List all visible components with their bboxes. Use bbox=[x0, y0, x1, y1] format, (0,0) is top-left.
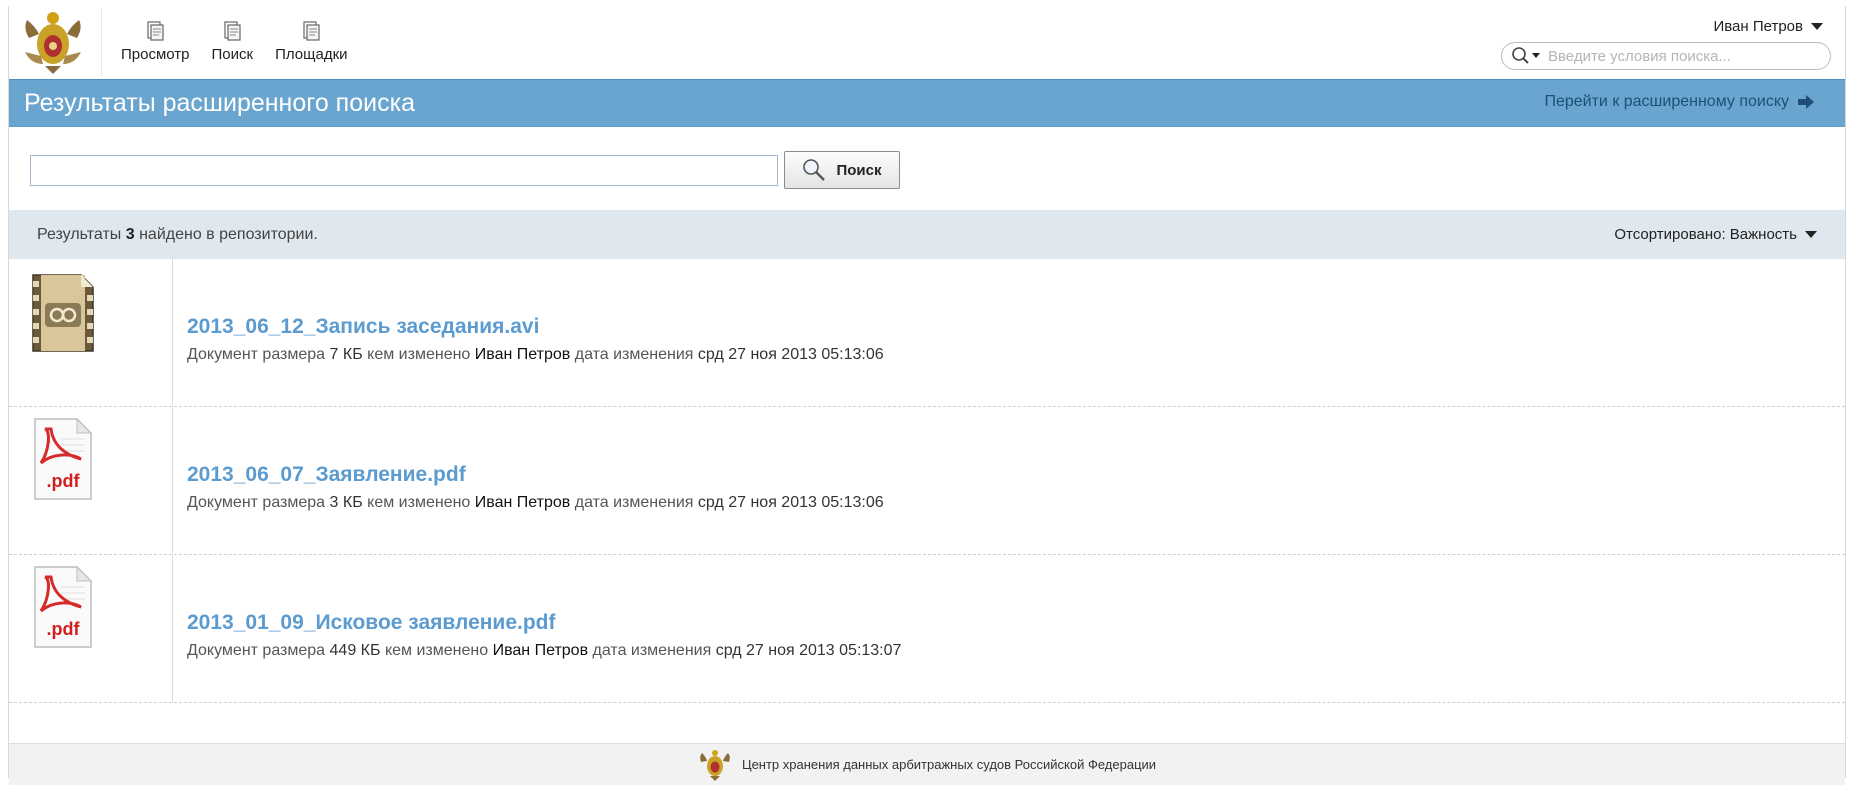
result-file-link[interactable]: 2013_06_07_Заявление.pdf bbox=[187, 463, 466, 487]
search-input[interactable] bbox=[30, 154, 778, 186]
meta-date-value: срд 27 ноя 2013 05:13:06 bbox=[697, 494, 884, 511]
results-count-prefix: Результаты bbox=[37, 226, 122, 243]
thumbnail-cell: .pdf bbox=[9, 555, 173, 702]
sort-dropdown[interactable]: Отсортировано: Важность bbox=[1614, 226, 1817, 243]
quick-search bbox=[1501, 42, 1831, 70]
results-list: 2013_06_12_Запись заседания.avi Документ… bbox=[9, 259, 1845, 703]
result-meta: Документ размера 3 КБ кем изменено Иван … bbox=[187, 494, 884, 512]
search-button-label: Поиск bbox=[836, 161, 882, 179]
meta-user-link[interactable]: Иван Петров bbox=[475, 346, 571, 363]
quick-search-input[interactable] bbox=[1546, 46, 1810, 66]
results-count: Результаты 3 найдено в репозитории. bbox=[37, 226, 318, 244]
app-window: Просмотр Поиск Площадки Иван Петров Введ… bbox=[8, 6, 1846, 785]
meta-size-value: 7 КБ bbox=[329, 346, 363, 363]
meta-modified-by-label: кем изменено bbox=[367, 494, 471, 511]
nav-label: Поиск bbox=[211, 46, 254, 63]
user-name: Иван Петров bbox=[1713, 18, 1803, 35]
sort-label: Отсортировано: Важность bbox=[1614, 226, 1797, 243]
meta-date-value: срд 27 ноя 2013 05:13:07 bbox=[715, 642, 902, 659]
meta-size-label: Документ размера bbox=[187, 642, 326, 659]
meta-modified-by-label: кем изменено bbox=[384, 642, 489, 659]
meta-date-label: дата изменения bbox=[574, 494, 694, 511]
meta-user-link[interactable]: Иван Петров bbox=[475, 494, 571, 511]
list-item: .pdf 2013_01_09_Исковое заявление.pdf До… bbox=[9, 555, 1845, 703]
meta-size-value: 3 КБ bbox=[329, 494, 363, 511]
main-nav: Просмотр Поиск Площадки bbox=[121, 20, 348, 63]
page-title-bar: Результаты расширенного поиска Перейти к… bbox=[9, 79, 1845, 127]
nav-item-browse[interactable]: Просмотр bbox=[121, 20, 190, 63]
result-file-link[interactable]: 2013_06_12_Запись заседания.avi bbox=[187, 315, 539, 339]
result-meta: Документ размера 449 КБ кем изменено Ива… bbox=[187, 642, 901, 660]
search-dropdown-icon[interactable] bbox=[1510, 46, 1546, 66]
page-footer: Центр хранения данных арбитражных судов … bbox=[9, 743, 1845, 785]
search-nav-icon bbox=[224, 21, 241, 41]
meta-date-label: дата изменения bbox=[574, 346, 694, 363]
meta-user-link[interactable]: Иван Петров bbox=[493, 642, 589, 659]
result-meta: Документ размера 7 КБ кем изменено Иван … bbox=[187, 346, 884, 364]
list-item: 2013_06_12_Запись заседания.avi Документ… bbox=[9, 259, 1845, 407]
sites-icon bbox=[303, 21, 320, 41]
thumbnail-cell bbox=[9, 259, 173, 406]
chevron-down-icon bbox=[1805, 231, 1817, 238]
page-title: Результаты расширенного поиска bbox=[24, 89, 415, 117]
advanced-search-link[interactable]: Перейти к расширенному поиску bbox=[1544, 93, 1815, 111]
video-file-icon[interactable] bbox=[31, 269, 95, 355]
pdf-badge-text: .pdf bbox=[47, 471, 81, 491]
result-file-link[interactable]: 2013_01_09_Исковое заявление.pdf bbox=[187, 611, 556, 635]
nav-item-search[interactable]: Поиск bbox=[211, 20, 254, 63]
pdf-file-icon[interactable]: .pdf bbox=[31, 565, 95, 651]
nav-item-sites[interactable]: Площадки bbox=[275, 20, 348, 63]
meta-date-value: срд 27 ноя 2013 05:13:06 bbox=[697, 346, 884, 363]
thumbnail-cell: .pdf bbox=[9, 407, 173, 554]
meta-size-label: Документ размера bbox=[187, 494, 326, 511]
browse-icon bbox=[147, 21, 164, 41]
search-button[interactable]: Поиск bbox=[784, 151, 900, 189]
arrow-right-icon bbox=[1798, 95, 1814, 109]
meta-size-value: 449 КБ bbox=[329, 642, 381, 659]
top-header: Просмотр Поиск Площадки Иван Петров Введ… bbox=[9, 6, 1845, 79]
pdf-badge-text: .pdf bbox=[47, 619, 81, 639]
meta-date-label: дата изменения bbox=[592, 642, 712, 659]
results-count-number: 3 bbox=[125, 226, 135, 243]
nav-label: Просмотр bbox=[121, 46, 190, 63]
search-form: Поиск bbox=[30, 151, 900, 189]
chevron-down-icon bbox=[1811, 23, 1823, 30]
pdf-file-icon[interactable]: .pdf bbox=[31, 417, 95, 503]
magnifier-icon bbox=[803, 159, 826, 181]
court-emblem-small-icon bbox=[700, 749, 730, 781]
results-summary-bar: Результаты 3 найдено в репозитории. Отсо… bbox=[9, 210, 1845, 259]
court-emblem-logo[interactable] bbox=[21, 8, 85, 76]
list-item: .pdf 2013_06_07_Заявление.pdf Документ р… bbox=[9, 407, 1845, 555]
meta-modified-by-label: кем изменено bbox=[367, 346, 471, 363]
footer-text: Центр хранения данных арбитражных судов … bbox=[741, 757, 1157, 772]
user-menu[interactable]: Иван Петров bbox=[1713, 18, 1823, 35]
advanced-search-link-label: Перейти к расширенному поиску bbox=[1544, 93, 1789, 110]
nav-label: Площадки bbox=[275, 46, 348, 63]
meta-size-label: Документ размера bbox=[187, 346, 326, 363]
logo-divider bbox=[101, 8, 102, 76]
results-count-suffix: найдено в репозитории. bbox=[139, 226, 318, 243]
